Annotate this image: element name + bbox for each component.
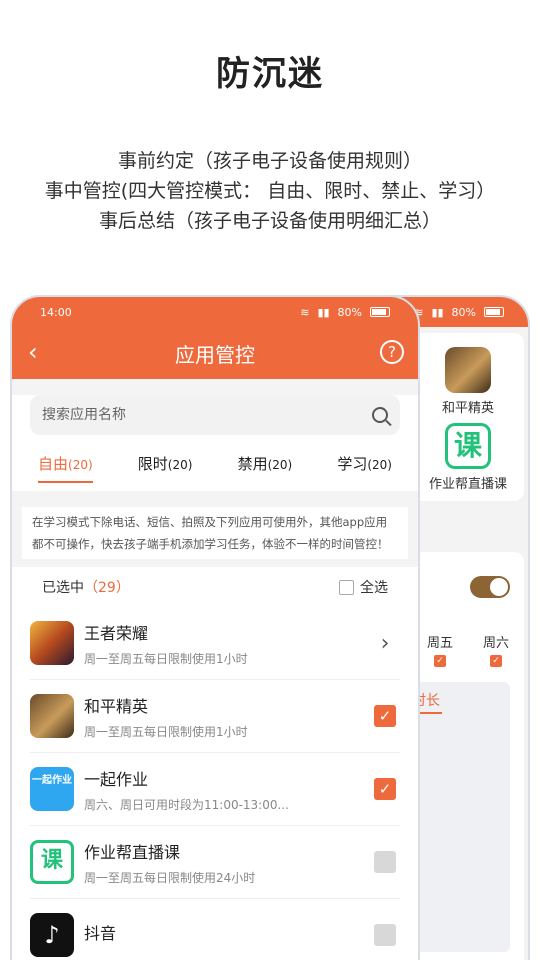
app-rule: 周一至周五每日限制使用1小时 <box>84 651 248 666</box>
app-checkbox[interactable] <box>374 851 396 873</box>
app-rule: 周一至周五每日限制使用1小时 <box>84 724 248 739</box>
check-icon: ✓ <box>489 655 502 667</box>
douyin-icon: ♪ <box>30 913 74 957</box>
status-time: 14:00 <box>40 305 72 319</box>
app-name: 作业帮直播课 <box>84 842 181 862</box>
select-all-label: 全选 <box>360 580 388 596</box>
search-input[interactable] <box>42 407 342 423</box>
back-app-zyb[interactable]: 课 作业帮直播课 <box>418 423 518 492</box>
page-title: 应用管控 <box>175 342 255 367</box>
tab-label: 自由 <box>38 455 69 473</box>
tab-study[interactable]: 学习(20) <box>337 453 392 483</box>
list-item[interactable]: ♪ 抖音 <box>30 899 400 960</box>
list-item[interactable]: 课 作业帮直播课周一至周五每日限制使用24小时 <box>30 826 400 899</box>
tab-label: 限时 <box>137 455 168 473</box>
list-item[interactable]: 一起作业 一起作业 周六、周日可用时段为11:00-13:00... ✓ <box>30 753 400 826</box>
study-mode-notice: 在学习模式下除电话、短信、拍照及下列应用可使用外，其他app应用都不可操作，快去… <box>22 507 408 559</box>
app-name: 王者荣耀 <box>84 623 149 643</box>
wifi-icon: ≋ <box>300 305 310 319</box>
nav-bar: ‹ 应用管控 ? <box>12 327 418 379</box>
tab-count: (20) <box>68 458 93 472</box>
select-all-button[interactable]: 全选 <box>339 577 388 597</box>
course-icon: 课 <box>30 840 74 884</box>
day-saturday[interactable]: 周六 ✓ <box>483 632 509 667</box>
mode-tabs: 自由(20) 限时(20) 禁用(20) 学习(20) <box>12 453 418 499</box>
battery-icon <box>370 307 390 317</box>
app-rule: 周一至周五每日限制使用24小时 <box>84 870 256 885</box>
check-icon: ✓ <box>433 655 446 667</box>
back-app-grid: 和平精英 课 作业帮直播课 <box>412 333 524 501</box>
mode-toggle[interactable] <box>470 576 510 598</box>
back-schedule-section: 周五 ✓ 周六 ✓ 时长 <box>412 552 524 960</box>
tab-label: 学习 <box>337 455 368 473</box>
selected-label: 已选中 <box>42 580 84 596</box>
app-name: 一起作业 <box>84 769 149 789</box>
status-indicators: ≋ ▮▮ 80% <box>300 306 390 319</box>
promo-line-before: 事前约定（孩子电子设备使用规则） <box>117 150 422 172</box>
back-duration-panel: 时长 <box>412 682 510 952</box>
signal-icon: ▮▮ <box>317 305 330 319</box>
list-item[interactable]: 王者荣耀周一至周五每日限制使用1小时 › <box>30 607 400 680</box>
tab-count: (20) <box>367 458 392 472</box>
tab-time-limit[interactable]: 限时(20) <box>138 453 193 483</box>
tab-free[interactable]: 自由(20) <box>38 453 93 483</box>
promo-line-during: 事中管控(四大管控模式： 自由、限时、禁止、学习） <box>44 180 496 202</box>
back-app-label: 作业帮直播课 <box>428 477 507 492</box>
yiqizuoye-icon: 一起作业 <box>30 767 74 811</box>
pubg-icon <box>30 694 74 738</box>
honor-of-kings-icon <box>30 621 74 665</box>
tab-label: 禁用 <box>237 455 268 473</box>
back-app-pubg[interactable]: 和平精英 <box>418 347 518 416</box>
chevron-right-icon[interactable]: › <box>374 631 396 656</box>
front-phone-mockup: 14:00 ≋ ▮▮ 80% ‹ 应用管控 ? 自由(20) 限时(20) 禁用… <box>10 295 420 960</box>
app-checkbox[interactable]: ✓ <box>374 778 396 800</box>
list-item[interactable]: 和平精英周一至周五每日限制使用1小时 ✓ <box>30 680 400 753</box>
day-label: 周六 <box>482 636 509 651</box>
course-icon: 课 <box>445 423 491 469</box>
signal-icon: ▮▮ <box>431 305 444 319</box>
tab-count: (20) <box>167 458 193 472</box>
app-checkbox[interactable]: ✓ <box>374 705 396 727</box>
selected-summary: 已选中（29） <box>42 577 130 597</box>
weekday-selector: 周五 ✓ 周六 ✓ <box>412 632 524 667</box>
app-list: 已选中（29） 全选 王者荣耀 周一至周五每日限制使用1小时 › 和平精英 周一至周… <box>12 567 418 960</box>
select-all-icon <box>339 579 354 595</box>
list-header: 已选中（29） 全选 <box>30 567 400 607</box>
battery-text: 80% <box>337 305 362 319</box>
search-icon[interactable] <box>372 407 388 423</box>
tab-disabled[interactable]: 禁用(20) <box>238 453 293 483</box>
app-checkbox[interactable] <box>374 924 396 946</box>
app-name: 和平精英 <box>84 696 149 716</box>
promo-title: 防沉迷 <box>216 54 324 94</box>
promo-line-after: 事后总结（孩子电子设备使用明细汇总） <box>98 210 441 232</box>
back-battery-text: 80% <box>451 305 476 319</box>
search-bar[interactable] <box>30 395 400 435</box>
battery-icon <box>484 307 504 317</box>
back-arrow-icon[interactable]: ‹ <box>28 339 38 365</box>
selected-count: （29） <box>84 580 130 596</box>
app-name: 抖音 <box>84 924 117 943</box>
status-bar: 14:00 ≋ ▮▮ 80% <box>12 297 418 327</box>
pubg-icon <box>445 347 491 393</box>
help-icon[interactable]: ? <box>380 340 404 364</box>
back-app-label: 和平精英 <box>441 401 494 416</box>
main-content: 自由(20) 限时(20) 禁用(20) 学习(20) <box>12 395 418 499</box>
app-rule: 周六、周日可用时段为11:00-13:00... <box>84 797 289 812</box>
promo-description: 事前约定（孩子电子设备使用规则） 事中管控(四大管控模式： 自由、限时、禁止、学… <box>0 146 540 236</box>
tab-count: (20) <box>267 458 293 472</box>
day-friday[interactable]: 周五 ✓ <box>427 632 453 667</box>
day-label: 周五 <box>426 636 453 651</box>
